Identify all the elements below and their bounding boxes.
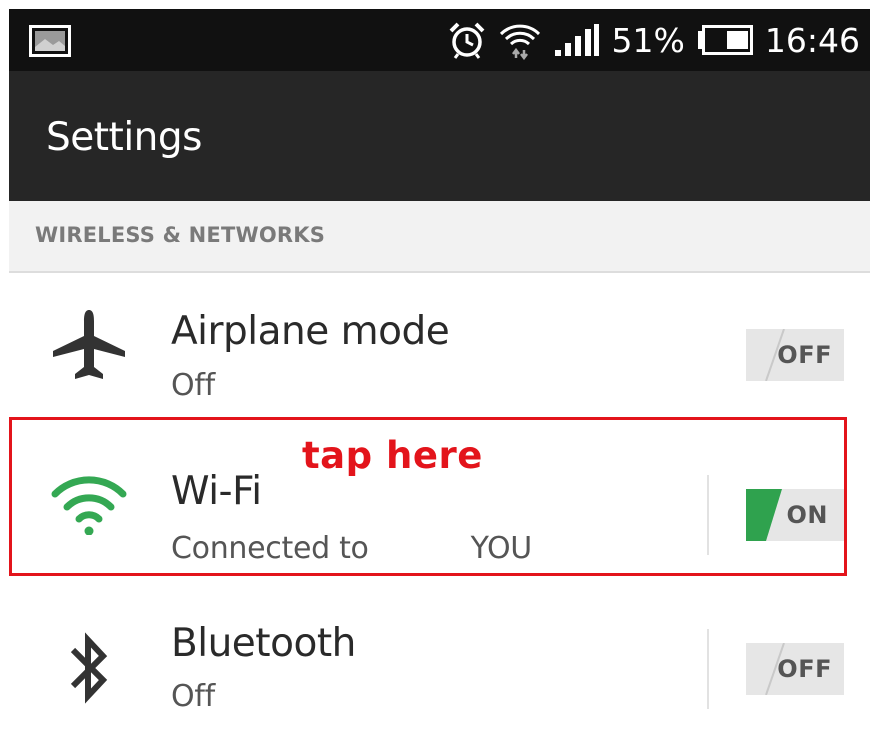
section-header-label: WIRELESS & NETWORKS	[35, 223, 326, 247]
toggle-label: OFF	[777, 341, 832, 369]
alarm-icon	[448, 21, 486, 59]
image-notification-icon	[29, 25, 71, 61]
wifi-status-icon	[498, 20, 542, 60]
status-bar: 51% 16:46	[9, 9, 870, 71]
page-title: Settings	[46, 115, 202, 160]
row-title: Bluetooth	[171, 621, 356, 666]
signal-icon	[554, 24, 600, 56]
row-divider	[707, 629, 709, 709]
section-header: WIRELESS & NETWORKS	[9, 201, 870, 273]
battery-icon	[697, 25, 753, 55]
settings-row-bluetooth[interactable]: Bluetooth Off OFF	[9, 593, 870, 723]
airplane-icon	[49, 310, 129, 381]
bluetooth-toggle[interactable]: OFF	[746, 643, 844, 695]
airplane-mode-toggle[interactable]: OFF	[746, 329, 844, 381]
row-title: Airplane mode	[171, 309, 450, 354]
clock-time: 16:46	[764, 20, 860, 60]
settings-row-airplane-mode[interactable]: Airplane mode Off OFF	[9, 281, 870, 411]
toggle-label: OFF	[777, 655, 832, 683]
action-bar: Settings	[9, 71, 870, 201]
phone-screen: 51% 16:46 Settings WIRELESS & NETWORKS A…	[9, 9, 870, 734]
annotation-tap-here: tap here	[302, 434, 483, 477]
bluetooth-icon	[49, 632, 129, 704]
row-subtitle: Off	[171, 679, 215, 714]
row-subtitle: Off	[171, 368, 215, 403]
battery-percent: 51%	[611, 20, 685, 60]
